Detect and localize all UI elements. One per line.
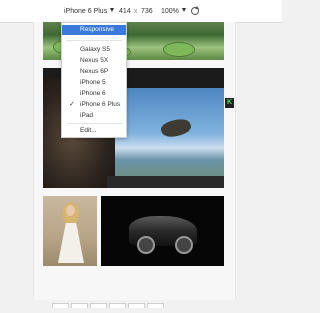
menu-divider — [66, 123, 122, 124]
rotate-icon[interactable] — [191, 6, 199, 15]
menu-item-galaxy-s5[interactable]: Galaxy S5 — [62, 45, 126, 55]
menu-item-edit[interactable]: Edit... — [62, 126, 126, 136]
dimension-separator: x — [134, 8, 138, 15]
page-button[interactable] — [71, 303, 88, 308]
width-field[interactable]: 414 — [119, 8, 131, 16]
menu-item-responsive[interactable]: Responsive — [62, 25, 126, 35]
menu-item-iphone-6-plus[interactable]: ✓ iPhone 6 Plus — [62, 100, 126, 110]
page-button[interactable] — [147, 303, 164, 308]
zoom-select[interactable]: 100% — [161, 8, 186, 16]
pagination — [52, 295, 166, 308]
woman-photo — [43, 196, 97, 266]
menu-divider — [66, 40, 122, 41]
menu-item-ipad[interactable]: iPad — [62, 111, 126, 121]
device-menu: Responsive Galaxy S5 Nexus 5X Nexus 6P i… — [61, 22, 127, 138]
page-button[interactable] — [128, 303, 145, 308]
zoom-label: 100% — [161, 8, 179, 15]
side-badge[interactable]: K — [225, 98, 234, 108]
chevron-down-icon — [110, 8, 115, 12]
page-button[interactable] — [109, 303, 126, 308]
device-toolbar: iPhone 6 Plus 414 x 736 100% — [0, 0, 282, 23]
car-photo — [101, 196, 224, 266]
menu-item-iphone-5[interactable]: iPhone 5 — [62, 78, 126, 88]
page-button[interactable] — [52, 303, 69, 308]
chevron-down-icon — [181, 8, 186, 12]
page-button[interactable] — [90, 303, 107, 308]
device-select[interactable]: iPhone 6 Plus — [64, 8, 115, 16]
menu-item-nexus-5x[interactable]: Nexus 5X — [62, 56, 126, 66]
menu-item-iphone-6[interactable]: iPhone 6 — [62, 89, 126, 99]
device-select-label: iPhone 6 Plus — [64, 8, 108, 15]
check-icon: ✓ — [69, 101, 75, 108]
menu-item-label: iPhone 6 Plus — [80, 101, 121, 108]
menu-item-nexus-6p[interactable]: Nexus 6P — [62, 67, 126, 77]
height-field[interactable]: 736 — [141, 8, 153, 16]
